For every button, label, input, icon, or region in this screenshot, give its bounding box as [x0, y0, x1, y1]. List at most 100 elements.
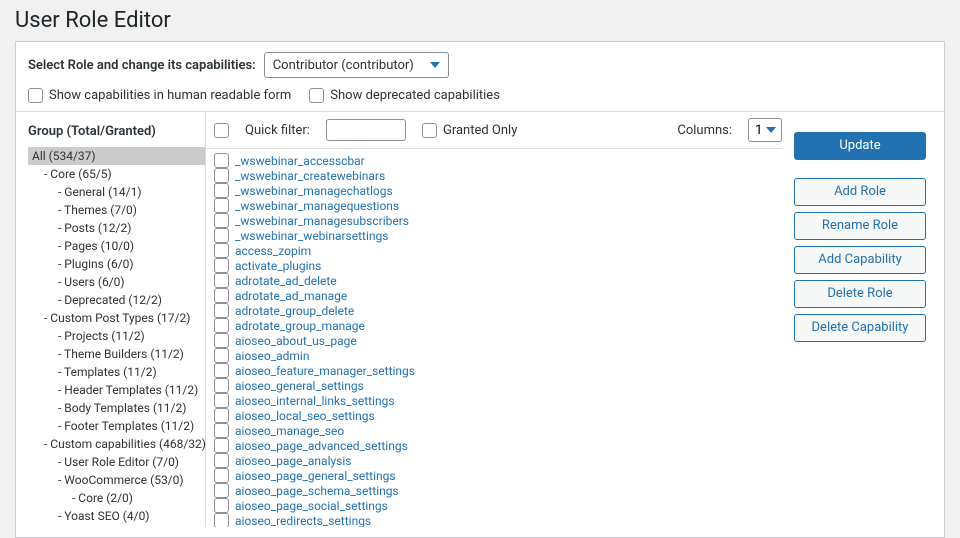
capability-checkbox[interactable] [214, 198, 229, 213]
capability-checkbox[interactable] [214, 438, 229, 453]
columns-select[interactable]: 1 [748, 118, 782, 142]
group-tree-item[interactable]: - Core (2/0) [28, 489, 205, 507]
group-tree-link[interactable]: - Yoast SEO (4/0) [58, 509, 150, 523]
capability-checkbox[interactable] [214, 168, 229, 183]
deprecated-input[interactable] [309, 88, 324, 103]
capability-label[interactable]: aioseo_feature_manager_settings [235, 364, 415, 378]
group-tree-item[interactable]: - Templates (11/2) [28, 363, 205, 381]
capability-checkbox[interactable] [214, 333, 229, 348]
capability-checkbox[interactable] [214, 408, 229, 423]
capability-label[interactable]: _wswebinar_managechatlogs [235, 184, 393, 198]
capability-item[interactable]: activate_plugins [214, 258, 782, 273]
capability-checkbox[interactable] [214, 243, 229, 258]
select-all-input[interactable] [214, 123, 229, 138]
capability-checkbox[interactable] [214, 513, 229, 527]
capability-label[interactable]: adrotate_ad_delete [235, 274, 337, 288]
capability-item[interactable]: aioseo_page_social_settings [214, 498, 782, 513]
group-tree-item[interactable]: - Body Templates (11/2) [28, 399, 205, 417]
select-all-checkbox[interactable] [214, 123, 229, 138]
capability-item[interactable]: _wswebinar_webinarsettings [214, 228, 782, 243]
group-tree-link[interactable]: - Projects (11/2) [58, 329, 145, 343]
update-button[interactable]: Update [794, 132, 926, 160]
capability-item[interactable]: _wswebinar_managesubscribers [214, 213, 782, 228]
capability-item[interactable]: aioseo_page_analysis [214, 453, 782, 468]
group-tree-item[interactable]: - Users (6/0) [28, 273, 205, 291]
group-tree-item[interactable]: - Themes (7/0) [28, 201, 205, 219]
role-select[interactable]: Contributor (contributor) [264, 52, 449, 78]
capability-checkbox[interactable] [214, 213, 229, 228]
delete-role-button[interactable]: Delete Role [794, 280, 926, 308]
granted-only-input[interactable] [422, 123, 437, 138]
group-tree-item[interactable]: - Custom Post Types (17/2) [28, 309, 205, 327]
group-tree-link[interactable]: - Core (2/0) [72, 491, 133, 505]
capability-checkbox[interactable] [214, 153, 229, 168]
capability-item[interactable]: aioseo_page_advanced_settings [214, 438, 782, 453]
group-tree-link[interactable]: - Custom capabilities (468/32) [44, 437, 206, 451]
deprecated-checkbox[interactable]: Show deprecated capabilities [309, 88, 500, 103]
group-tree-link[interactable]: - Header Templates (11/2) [58, 383, 198, 397]
capability-label[interactable]: _wswebinar_webinarsettings [235, 229, 388, 243]
group-tree-link[interactable]: - Pages (10/0) [58, 239, 134, 253]
group-tree-item[interactable]: - Header Templates (11/2) [28, 381, 205, 399]
capability-checkbox[interactable] [214, 288, 229, 303]
group-tree-item[interactable]: - Core (65/5) [28, 165, 205, 183]
capability-label[interactable]: adrotate_group_delete [235, 304, 354, 318]
capability-item[interactable]: aioseo_admin [214, 348, 782, 363]
capability-label[interactable]: _wswebinar_accesscbar [235, 154, 365, 168]
capability-label[interactable]: aioseo_page_social_settings [235, 499, 388, 513]
capability-checkbox[interactable] [214, 303, 229, 318]
group-tree-item[interactable]: - Posts (12/2) [28, 219, 205, 237]
rename-role-button[interactable]: Rename Role [794, 212, 926, 240]
capability-item[interactable]: adrotate_group_delete [214, 303, 782, 318]
capability-checkbox[interactable] [214, 273, 229, 288]
capability-checkbox[interactable] [214, 183, 229, 198]
add-role-button[interactable]: Add Role [794, 178, 926, 206]
capability-item[interactable]: aioseo_internal_links_settings [214, 393, 782, 408]
capability-item[interactable]: _wswebinar_createwebinars [214, 168, 782, 183]
group-tree-item[interactable]: - Projects (11/2) [28, 327, 205, 345]
capability-checkbox[interactable] [214, 498, 229, 513]
capability-item[interactable]: adrotate_ad_delete [214, 273, 782, 288]
capability-label[interactable]: aioseo_local_seo_settings [235, 409, 375, 423]
capability-label[interactable]: _wswebinar_createwebinars [235, 169, 385, 183]
capability-item[interactable]: aioseo_page_schema_settings [214, 483, 782, 498]
group-tree-item[interactable]: - WooCommerce (53/0) [28, 471, 205, 489]
capability-checkbox[interactable] [214, 378, 229, 393]
quick-filter-input[interactable] [326, 119, 406, 141]
capability-label[interactable]: aioseo_admin [235, 349, 309, 363]
human-readable-checkbox[interactable]: Show capabilities in human readable form [28, 88, 291, 103]
capability-item[interactable]: aioseo_feature_manager_settings [214, 363, 782, 378]
capability-item[interactable]: _wswebinar_managechatlogs [214, 183, 782, 198]
group-tree-link[interactable]: - Theme Builders (11/2) [58, 347, 184, 361]
group-tree-item[interactable]: - Pages (10/0) [28, 237, 205, 255]
group-tree-link[interactable]: - Plugins (6/0) [58, 257, 134, 271]
capability-label[interactable]: aioseo_page_analysis [235, 454, 351, 468]
capability-checkbox[interactable] [214, 483, 229, 498]
group-tree-item[interactable]: - Theme Builders (11/2) [28, 345, 205, 363]
capability-label[interactable]: aioseo_page_general_settings [235, 469, 396, 483]
capability-item[interactable]: _wswebinar_managequestions [214, 198, 782, 213]
capability-item[interactable]: access_zopim [214, 243, 782, 258]
group-tree-item[interactable]: All (534/37) [28, 147, 205, 165]
group-tree-item[interactable]: - Custom capabilities (468/32) [28, 435, 205, 453]
capability-item[interactable]: adrotate_ad_manage [214, 288, 782, 303]
capability-item[interactable]: aioseo_general_settings [214, 378, 782, 393]
capability-label[interactable]: adrotate_ad_manage [235, 289, 347, 303]
delete-capability-button[interactable]: Delete Capability [794, 314, 926, 342]
capability-label[interactable]: aioseo_about_us_page [235, 334, 357, 348]
human-readable-input[interactable] [28, 88, 43, 103]
capability-label[interactable]: _wswebinar_managequestions [235, 199, 399, 213]
capability-item[interactable]: aioseo_about_us_page [214, 333, 782, 348]
capability-checkbox[interactable] [214, 423, 229, 438]
capability-list[interactable]: _wswebinar_accesscbar_wswebinar_createwe… [206, 149, 782, 527]
add-capability-button[interactable]: Add Capability [794, 246, 926, 274]
group-tree-link[interactable]: All (534/37) [32, 149, 96, 163]
capability-item[interactable]: _wswebinar_accesscbar [214, 153, 782, 168]
capability-checkbox[interactable] [214, 258, 229, 273]
capability-label[interactable]: activate_plugins [235, 259, 321, 273]
group-tree-link[interactable]: - General (14/1) [58, 185, 142, 199]
capability-checkbox[interactable] [214, 228, 229, 243]
capability-checkbox[interactable] [214, 348, 229, 363]
group-tree-link[interactable]: - Users (6/0) [58, 275, 125, 289]
group-tree-link[interactable]: - Body Templates (11/2) [58, 401, 186, 415]
